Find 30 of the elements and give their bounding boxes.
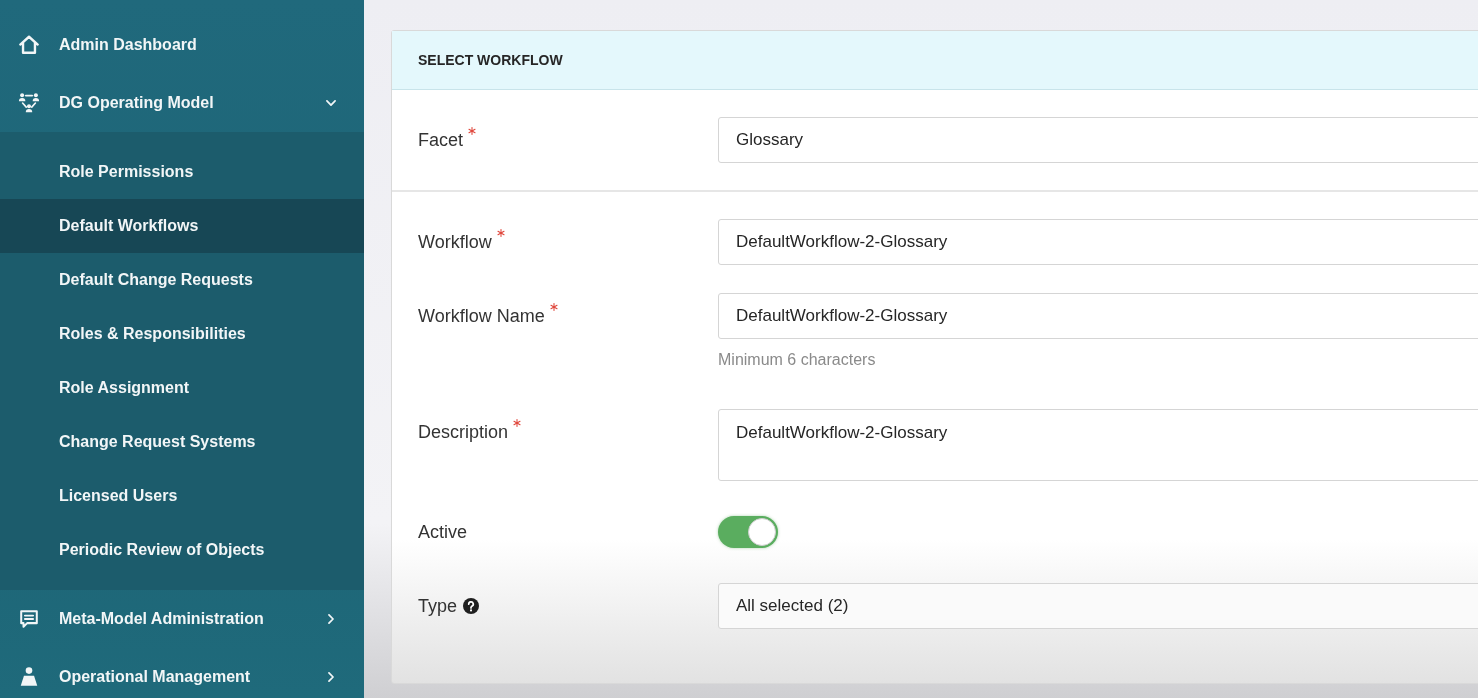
- hint-text: Minimum 6 characters: [718, 351, 877, 369]
- select-field[interactable]: All selected (2): [718, 583, 1478, 629]
- submenu-item[interactable]: Change Request Systems: [0, 415, 364, 469]
- input-field[interactable]: DefaultWorkflow-2-Glossary: [718, 219, 1478, 265]
- submenu-item[interactable]: Role Assignment: [0, 361, 364, 415]
- submenu-item[interactable]: Role Permissions: [0, 145, 364, 199]
- chat-icon: [18, 608, 40, 630]
- field-label: Facet: [418, 129, 464, 152]
- submenu-item[interactable]: Licensed Users: [0, 469, 364, 523]
- textarea-field[interactable]: DefaultWorkflow-2-Glossary: [718, 409, 1478, 481]
- input-field[interactable]: DefaultWorkflow-2-Glossary: [718, 293, 1478, 339]
- submenu-item[interactable]: Default Change Requests: [0, 253, 364, 307]
- field-label: Type: [418, 595, 458, 618]
- person-icon: [18, 666, 40, 688]
- sidebar-item[interactable]: DG Operating Model: [0, 74, 364, 132]
- card-title: SELECT WORKFLOW: [418, 50, 563, 70]
- submenu-item[interactable]: Default Workflows: [0, 199, 364, 253]
- select-field[interactable]: Glossary: [718, 117, 1478, 163]
- field-label: Workflow: [418, 231, 492, 254]
- toggle-switch[interactable]: [718, 516, 778, 548]
- sidebar-item[interactable]: Meta-Model Administration: [0, 590, 364, 648]
- home-icon: [18, 34, 40, 56]
- submenu-item[interactable]: Roles & Responsibilities: [0, 307, 364, 361]
- sidebar-item[interactable]: Admin Dashboard: [0, 16, 364, 74]
- submenu-item[interactable]: Periodic Review of Objects: [0, 523, 364, 577]
- field-label: Active: [418, 521, 468, 544]
- sidebar-item[interactable]: Operational Management: [0, 648, 364, 698]
- field-label: Description: [418, 421, 509, 444]
- field-label: Workflow Name: [418, 305, 545, 328]
- team-icon: [18, 92, 40, 114]
